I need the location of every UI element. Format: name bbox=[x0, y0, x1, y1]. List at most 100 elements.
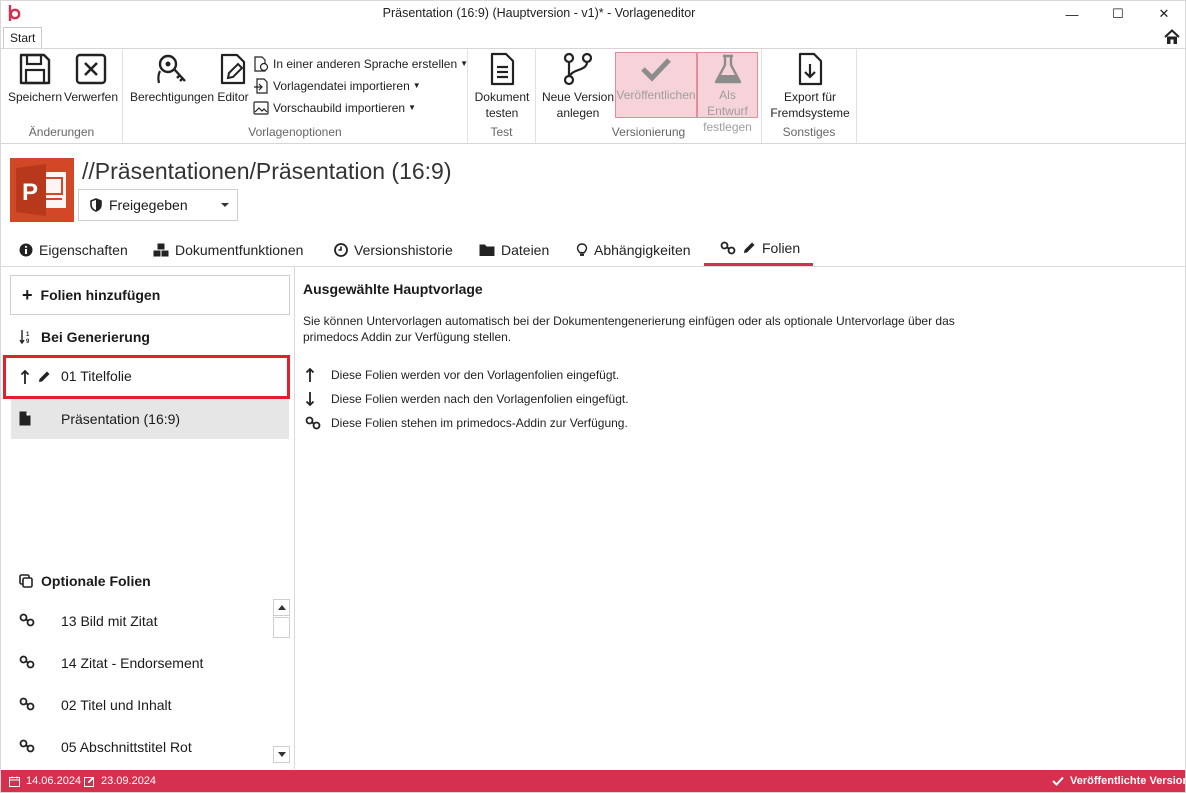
export-document-icon bbox=[798, 52, 823, 86]
save-icon bbox=[19, 53, 51, 85]
svg-text:1: 1 bbox=[26, 332, 30, 338]
list-item-optional[interactable]: 05 Abschnittstitel Rot bbox=[11, 727, 289, 767]
test-document-label-2: testen bbox=[485, 106, 519, 120]
language-document-icon bbox=[254, 55, 269, 72]
branch-icon bbox=[563, 52, 593, 86]
save-button[interactable]: Speichern bbox=[7, 51, 63, 105]
discard-label: Verwerfen bbox=[63, 90, 119, 104]
import-preview-label: Vorschaubild importieren bbox=[273, 100, 406, 115]
modified-date: 23.09.2024 bbox=[84, 775, 156, 787]
list-item-optional[interactable]: 13 Bild mit Zitat bbox=[11, 601, 289, 641]
dropdown-caret-icon: ▼ bbox=[412, 81, 421, 90]
publish-button[interactable]: Veröffentlichen bbox=[615, 52, 697, 118]
list-item-optional[interactable]: 02 Titel und Inhalt bbox=[11, 685, 289, 725]
ribbon-tab-strip: Start bbox=[1, 27, 1185, 49]
link-icon bbox=[305, 416, 327, 430]
flask-icon bbox=[714, 54, 741, 84]
pencil-icon bbox=[744, 242, 755, 253]
chevron-down-icon bbox=[277, 752, 286, 757]
list-item-label: Präsentation (16:9) bbox=[61, 411, 181, 427]
status-dropdown[interactable]: Freigegeben bbox=[78, 189, 238, 221]
info-icon bbox=[19, 243, 33, 256]
group-label-other: Sonstiges bbox=[782, 125, 836, 139]
create-other-language-label: In einer anderen Sprache erstellen bbox=[273, 56, 458, 71]
app-window: Präsentation (16:9) (Hauptversion - v1)*… bbox=[0, 0, 1186, 793]
chevron-up-icon bbox=[277, 605, 286, 610]
edit-document-icon bbox=[220, 53, 246, 85]
new-version-label-2: anlegen bbox=[556, 106, 600, 120]
test-document-button[interactable]: Dokument testen bbox=[472, 51, 532, 121]
tab-start[interactable]: Start bbox=[3, 27, 43, 49]
created-date: 14.06.2024 bbox=[9, 775, 81, 787]
tab-properties-label: Eigenschaften bbox=[39, 241, 128, 258]
arrow-up-icon bbox=[305, 367, 327, 383]
ribbon-group-versioning: Neue Version anlegen Veröffentlichen Als… bbox=[536, 49, 762, 143]
legend-addin-text: Diese Folien stehen im primedocs-Addin z… bbox=[331, 416, 628, 430]
tab-slides[interactable]: Folien bbox=[704, 233, 813, 266]
list-item-label: 02 Titel und Inhalt bbox=[61, 697, 172, 713]
legend-before-text: Diese Folien werden vor den Vorlagenfoli… bbox=[331, 368, 620, 382]
image-icon bbox=[253, 100, 269, 115]
discard-button[interactable]: Verwerfen bbox=[63, 51, 119, 105]
panel-heading: Ausgewählte Hauptvorlage bbox=[303, 281, 483, 297]
link-icon bbox=[19, 613, 35, 627]
scroll-up-button[interactable] bbox=[273, 599, 290, 616]
export-label-2: Fremdsysteme bbox=[770, 106, 850, 120]
import-preview-button[interactable]: Vorschaubild importieren ▼ bbox=[253, 97, 416, 118]
link-icon bbox=[720, 241, 736, 255]
export-label-1: Export für bbox=[783, 90, 837, 104]
new-version-button[interactable]: Neue Version anlegen bbox=[540, 51, 616, 121]
optional-slides-label: Optionale Folien bbox=[41, 573, 151, 589]
maximize-button[interactable]: ☐ bbox=[1095, 1, 1141, 27]
tab-document-functions[interactable]: Dokumentfunktionen bbox=[153, 233, 303, 266]
sort-icon: 1 9 bbox=[19, 330, 30, 345]
tab-properties[interactable]: Eigenschaften bbox=[19, 233, 128, 266]
tab-files[interactable]: Dateien bbox=[479, 233, 549, 266]
list-item-label: 14 Zitat - Endorsement bbox=[61, 655, 204, 671]
svg-text:P: P bbox=[22, 179, 38, 206]
section-tabs: Eigenschaften Dokumentfunktionen Version… bbox=[1, 233, 1185, 267]
list-item-main-template[interactable]: Präsentation (16:9) bbox=[11, 399, 289, 439]
dropdown-caret-icon: ▼ bbox=[460, 59, 469, 68]
tab-document-functions-label: Dokumentfunktionen bbox=[175, 241, 304, 258]
discard-icon bbox=[75, 53, 107, 85]
document-icon bbox=[490, 52, 515, 86]
title-bar: Präsentation (16:9) (Hauptversion - v1)*… bbox=[1, 1, 1185, 27]
list-item-optional[interactable]: 14 Zitat - Endorsement bbox=[11, 643, 289, 683]
clock-icon bbox=[334, 242, 348, 257]
tab-dependencies[interactable]: Abhängigkeiten bbox=[576, 233, 691, 266]
home-icon[interactable] bbox=[1163, 28, 1181, 46]
set-draft-label-1: Als Entwurf bbox=[707, 88, 748, 118]
published-version-indicator: Veröffentlichte Version bbox=[1052, 775, 1185, 787]
ribbon: Speichern Verwerfen Änderungen Berechtig… bbox=[1, 48, 1185, 144]
editor-button[interactable]: Editor bbox=[215, 51, 251, 105]
create-other-language-button[interactable]: In einer anderen Sprache erstellen ▼ bbox=[253, 53, 468, 74]
arrow-down-icon bbox=[305, 391, 327, 407]
group-label-changes: Änderungen bbox=[28, 125, 95, 139]
optional-list-scrollbar[interactable] bbox=[273, 599, 290, 763]
close-button[interactable]: ✕ bbox=[1141, 1, 1185, 27]
checkmark-icon bbox=[1052, 776, 1064, 786]
tab-version-history[interactable]: Versionshistorie bbox=[334, 233, 453, 266]
import-template-file-button[interactable]: Vorlagendatei importieren ▼ bbox=[253, 75, 421, 96]
minimize-button[interactable]: — bbox=[1049, 1, 1095, 27]
import-file-icon bbox=[254, 77, 268, 94]
checkmark-icon bbox=[641, 58, 671, 82]
link-icon bbox=[19, 697, 35, 711]
pencil-icon bbox=[39, 371, 50, 382]
tab-files-label: Dateien bbox=[501, 241, 550, 258]
ribbon-group-changes: Speichern Verwerfen Änderungen bbox=[1, 49, 123, 143]
lightbulb-icon bbox=[576, 242, 588, 256]
export-button[interactable]: Export für Fremdsysteme bbox=[768, 51, 852, 121]
list-item-titelfolie[interactable]: 01 Titelfolie bbox=[3, 355, 290, 399]
chevron-down-icon bbox=[221, 203, 229, 207]
list-item-label: 05 Abschnittstitel Rot bbox=[61, 739, 192, 755]
group-label-test: Test bbox=[490, 125, 513, 139]
permissions-button[interactable]: Berechtigungen bbox=[129, 51, 215, 105]
ribbon-group-other: Export für Fremdsysteme Sonstiges bbox=[762, 49, 857, 143]
add-slides-button[interactable]: + Folien hinzufügen bbox=[10, 275, 290, 315]
set-draft-button[interactable]: Als Entwurf festlegen bbox=[697, 52, 758, 134]
group-label-versioning: Versionierung bbox=[611, 125, 686, 139]
scroll-thumb[interactable] bbox=[273, 617, 290, 638]
scroll-down-button[interactable] bbox=[273, 746, 290, 763]
